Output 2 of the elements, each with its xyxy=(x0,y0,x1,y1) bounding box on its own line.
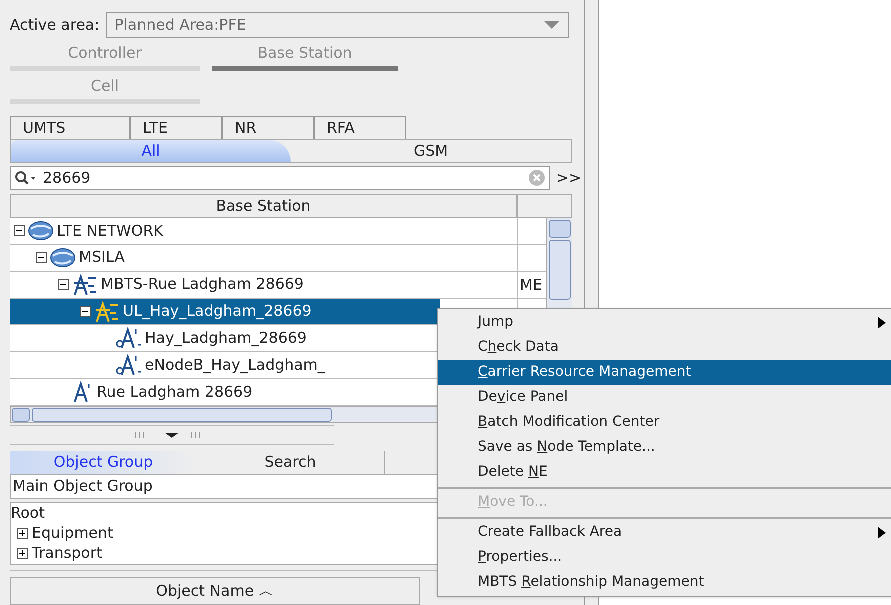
active-area-label: Active area: xyxy=(10,14,100,36)
table-cell-text: ME xyxy=(519,276,542,294)
